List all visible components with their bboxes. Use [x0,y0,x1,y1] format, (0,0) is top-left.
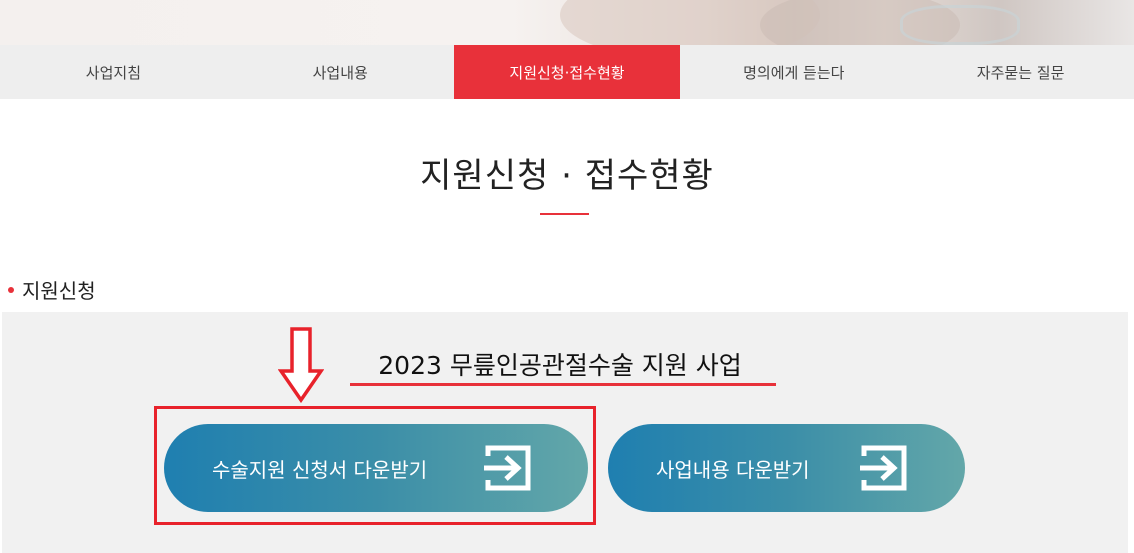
tab-guidelines[interactable]: 사업지침 [0,45,227,99]
banner-title: 2023 무릎인공관절수술 지원 사업 [378,351,742,380]
tab-faq[interactable]: 자주묻는 질문 [907,45,1134,99]
application-download-label: 수술지원 신청서 다운받기 [212,457,428,482]
down-arrow-icon [278,327,324,403]
page-title: 지원신청 · 접수현황 [420,156,714,196]
bullet-dot-icon [8,286,14,293]
banner-underline [350,383,776,386]
tab-expert-talk[interactable]: 명의에게 듣는다 [680,45,907,99]
hero-shape [900,5,1020,45]
tab-bar: 사업지침 사업내용 지원신청·접수현황 명의에게 듣는다 자주묻는 질문 [0,45,1134,99]
hero-image [0,0,1134,45]
section-heading: 지원신청 [8,275,96,304]
application-download-button[interactable]: 수술지원 신청서 다운받기 [164,424,588,512]
arrow-into-box-icon [860,445,907,491]
program-download-button[interactable]: 사업내용 다운받기 [608,424,965,512]
program-download-label: 사업내용 다운받기 [656,457,810,482]
title-underline [540,213,589,215]
section-heading-label: 지원신청 [22,279,96,303]
tab-program-content[interactable]: 사업내용 [227,45,454,99]
tab-application-status[interactable]: 지원신청·접수현황 [453,45,681,99]
arrow-into-box-icon [484,445,531,491]
